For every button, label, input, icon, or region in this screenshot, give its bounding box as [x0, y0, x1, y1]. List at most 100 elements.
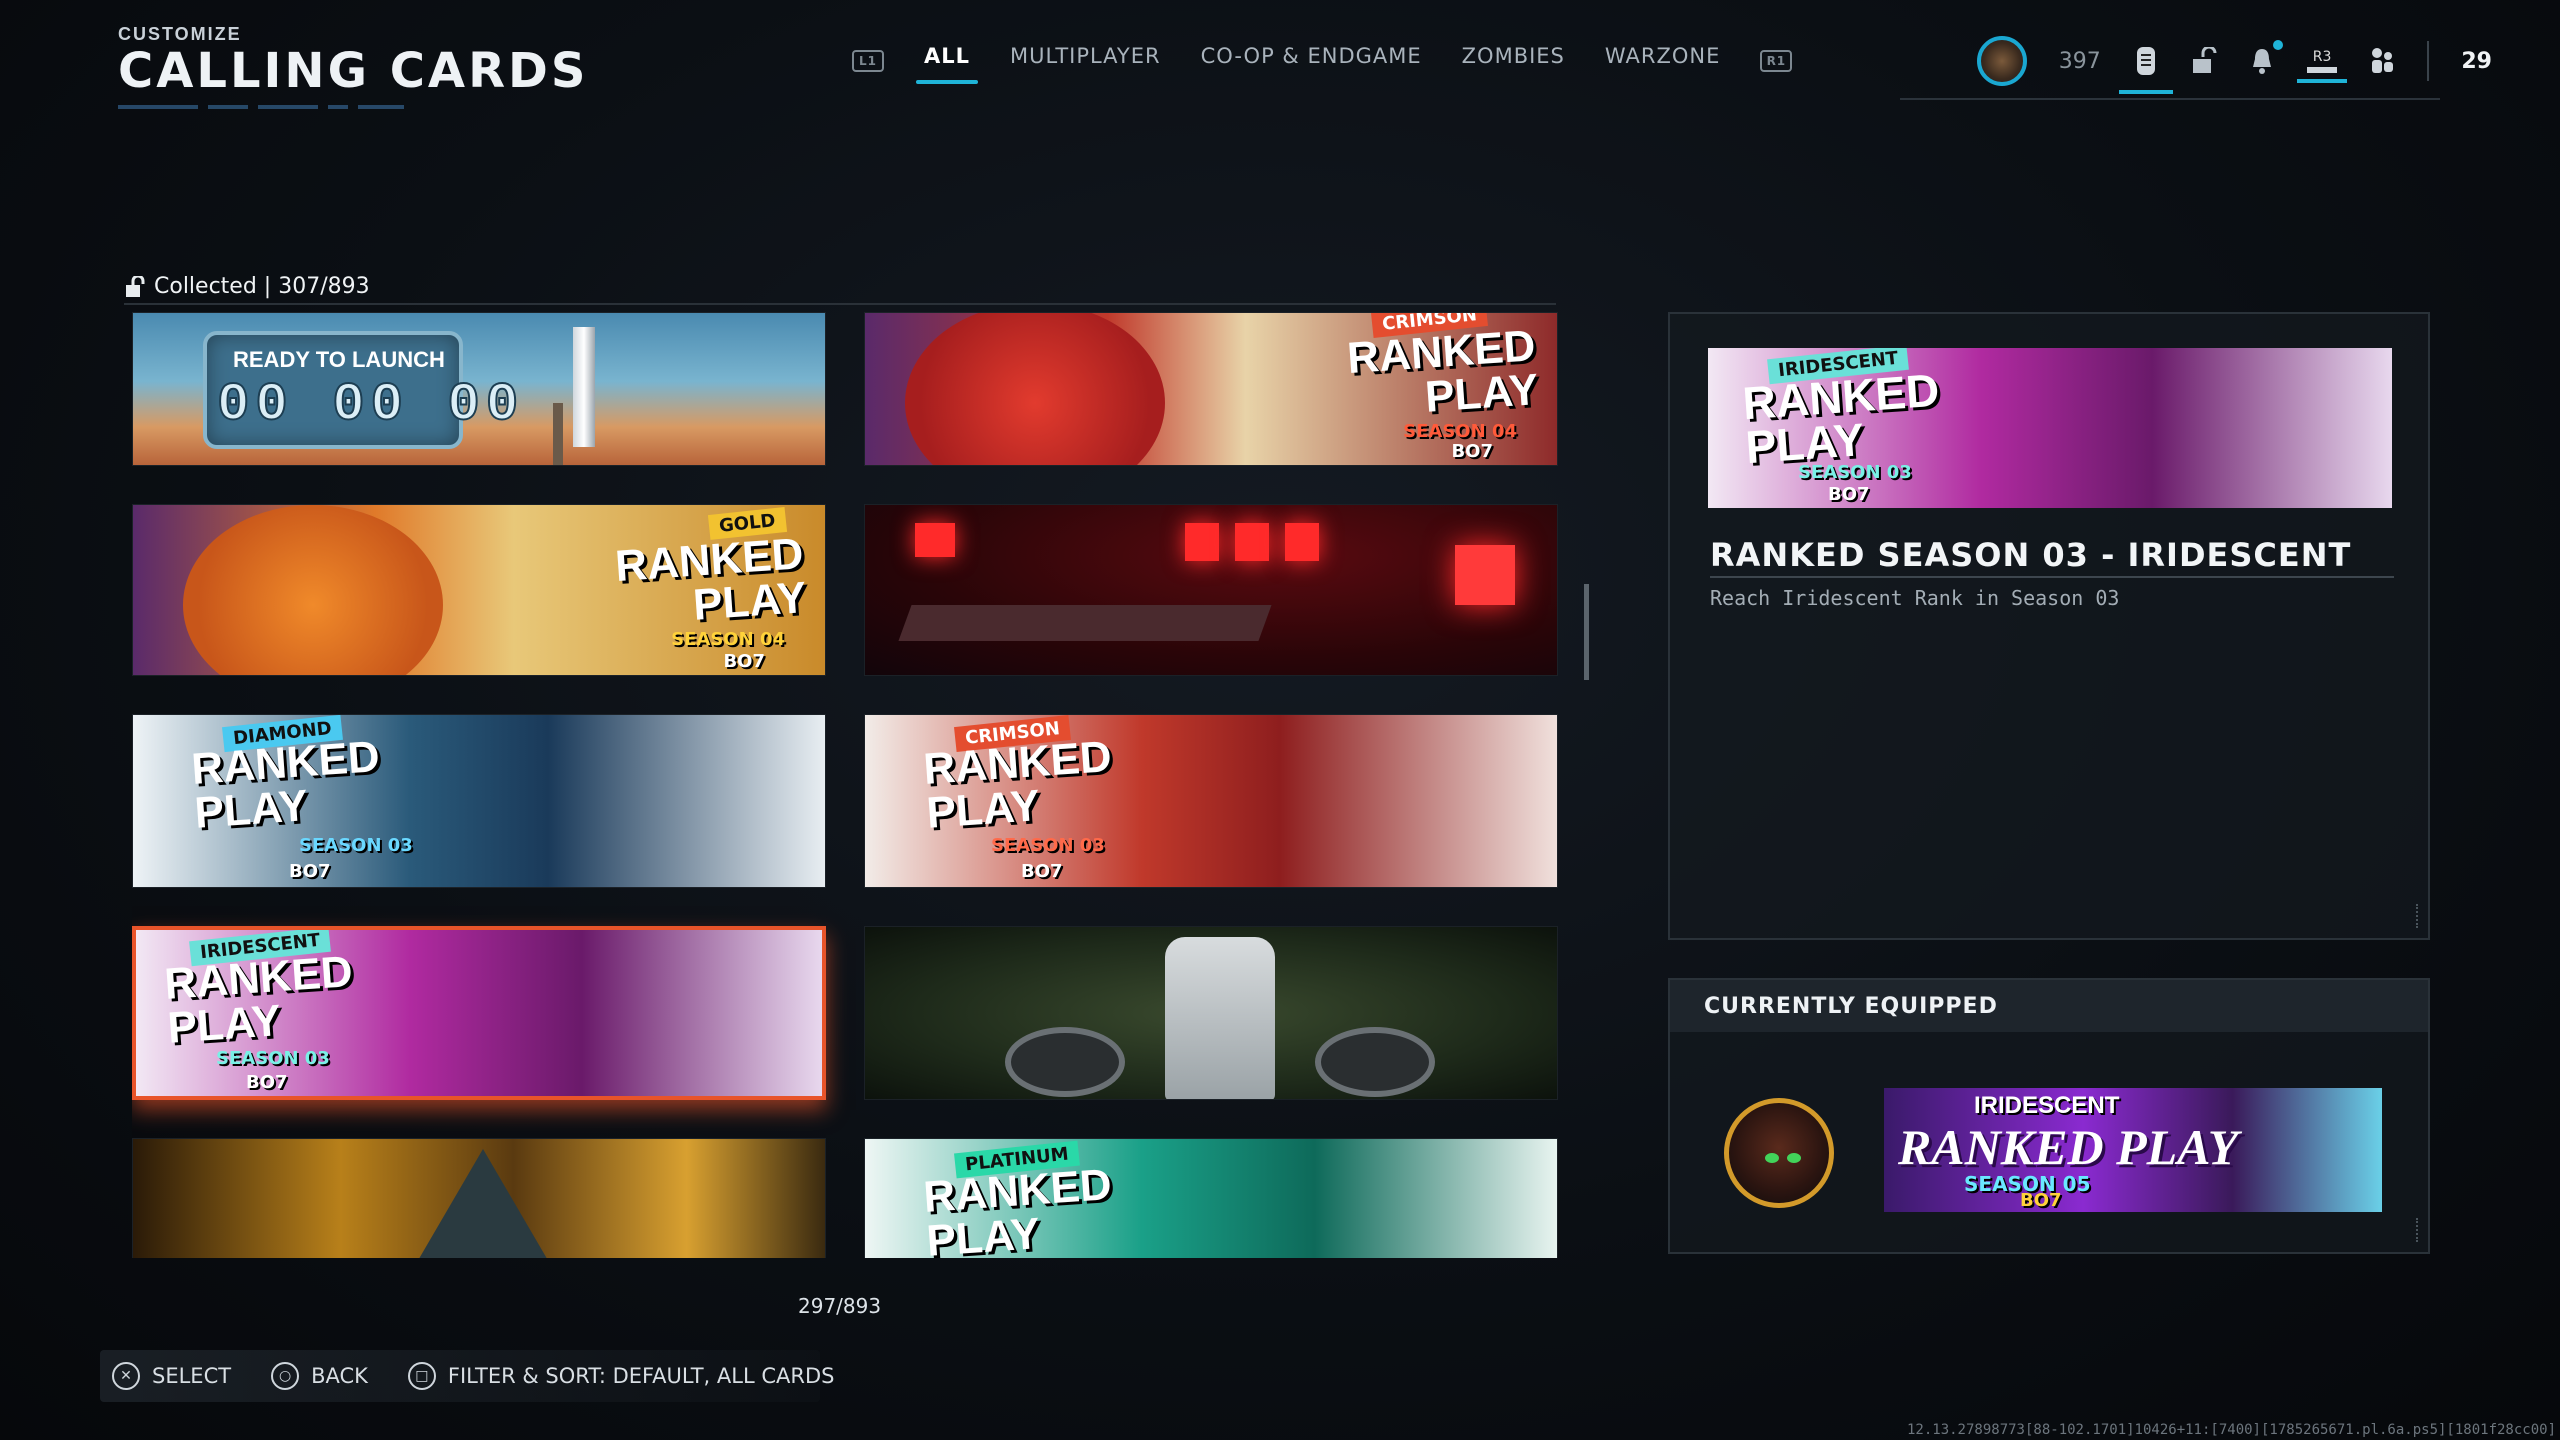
l1-bumper-icon[interactable]: L1 — [852, 50, 884, 72]
preview-title: RANKED PLAY — [1740, 363, 1941, 474]
card-name: RANKED SEASON 03 - IRIDESCENT — [1710, 536, 2352, 574]
red-light — [915, 523, 955, 557]
title-decoration — [118, 105, 588, 109]
card-game: BO7 — [246, 1072, 288, 1093]
tab-all[interactable]: ALL — [915, 44, 979, 84]
panel-corner-mark — [2410, 904, 2418, 928]
card-character-art — [183, 505, 443, 675]
launch-timer: 00 00 00 — [216, 374, 525, 437]
calling-card-ready-to-launch[interactable]: READY TO LAUNCH 00 00 00 — [132, 312, 826, 466]
page-title: CALLING CARDS — [118, 43, 589, 99]
filter-sort-hint[interactable]: □ FILTER & SORT: DEFAULT, ALL CARDS — [407, 1362, 835, 1390]
collected-summary: Collected | 307/893 — [124, 274, 370, 299]
equipped-header: CURRENTLY EQUIPPED — [1670, 980, 2428, 1032]
calling-card-diamond-s03[interactable]: DIAMOND RANKED PLAY SEASON 03 BO7 — [132, 714, 826, 888]
currency-value: 397 — [2058, 48, 2101, 74]
lab-bed — [898, 605, 1272, 641]
page-header: CUSTOMIZE CALLING CARDS — [118, 24, 588, 109]
card-season: SEASON 03 — [299, 835, 413, 856]
card-title: RANKED PLAY — [162, 946, 355, 1053]
page-eyebrow: CUSTOMIZE — [118, 24, 242, 44]
card-game: BO7 — [1451, 441, 1493, 462]
red-light — [1455, 545, 1515, 605]
grid-scrollbar[interactable] — [1584, 584, 1589, 680]
equipped-calling-card[interactable]: IRIDESCENT RANKED PLAY SEASON 05 BO7 — [1884, 1088, 2382, 1212]
equipped-card-game: BO7 — [2020, 1190, 2062, 1211]
calling-card-robot[interactable] — [864, 926, 1558, 1100]
calling-card-platinum[interactable]: PLATINUM RANKED PLAY — [864, 1138, 1558, 1258]
back-hint[interactable]: ○ BACK — [271, 1362, 368, 1390]
r3-button-icon[interactable]: R3 — [2296, 49, 2347, 83]
status-divider — [2427, 41, 2430, 81]
equipped-emblem[interactable] — [1724, 1098, 1834, 1208]
card-game: BO7 — [289, 861, 331, 882]
unlock-icon[interactable] — [2191, 46, 2217, 76]
card-title: RANKED PLAY — [613, 529, 808, 630]
card-season: SEASON 04 — [1403, 421, 1517, 442]
card-season: SEASON 03 — [991, 835, 1105, 856]
preview-season: SEASON 03 — [1798, 462, 1912, 483]
status-underline — [1900, 98, 2440, 100]
triangle-emblem-icon — [413, 1149, 553, 1258]
currently-equipped-panel: CURRENTLY EQUIPPED IRIDESCENT RANKED PLA… — [1668, 978, 2430, 1254]
cross-button-icon: ✕ — [112, 1362, 140, 1390]
card-title: RANKED PLAY — [921, 1159, 1114, 1258]
calling-card-crimson-s03[interactable]: CRIMSON RANKED PLAY SEASON 03 BO7 — [864, 714, 1558, 888]
square-button-icon: □ — [407, 1362, 436, 1390]
card-detail-panel: IRIDESCENT RANKED PLAY SEASON 03 BO7 RAN… — [1668, 312, 2430, 940]
button-hints: ✕ SELECT ○ BACK □ FILTER & SORT: DEFAULT… — [112, 1362, 834, 1390]
select-hint[interactable]: ✕ SELECT — [112, 1362, 231, 1390]
card-title: READY TO LAUNCH — [233, 347, 445, 372]
filter-sort-label: FILTER & SORT: DEFAULT, ALL CARDS — [447, 1364, 835, 1388]
notification-dot — [2272, 40, 2283, 50]
red-light — [1285, 523, 1319, 561]
calling-card-gold-hall[interactable] — [132, 1138, 826, 1258]
card-detail-preview: IRIDESCENT RANKED PLAY SEASON 03 BO7 — [1708, 348, 2392, 508]
preview-game: BO7 — [1828, 484, 1870, 505]
tab-warzone[interactable]: WARZONE — [1605, 44, 1720, 78]
tab-coop-endgame[interactable]: CO-OP & ENDGAME — [1201, 44, 1422, 78]
red-light — [1185, 523, 1219, 561]
r1-bumper-icon[interactable]: R1 — [1760, 50, 1793, 72]
collected-label: Collected | 307/893 — [154, 274, 370, 299]
back-label: BACK — [311, 1364, 368, 1388]
card-game: BO7 — [1021, 861, 1063, 882]
launch-tower — [553, 403, 563, 465]
collection-lock-icon — [126, 275, 145, 297]
calling-card-gold-s04[interactable]: GOLD RANKED PLAY SEASON 04 BO7 — [132, 504, 826, 676]
collected-divider — [124, 303, 1556, 305]
social-icon[interactable] — [2369, 46, 2395, 76]
inventory-icon[interactable] — [2118, 46, 2173, 94]
category-tabs: L1 ALL MULTIPLAYER CO-OP & ENDGAME ZOMBI… — [852, 44, 1793, 84]
card-character-art — [905, 313, 1165, 465]
card-season: SEASON 03 — [216, 1048, 330, 1069]
card-title: RANKED PLAY — [189, 731, 382, 838]
robot-wheel — [1315, 1027, 1435, 1097]
notifications-icon[interactable] — [2249, 40, 2283, 76]
tab-zombies[interactable]: ZOMBIES — [1462, 44, 1565, 78]
tab-multiplayer[interactable]: MULTIPLAYER — [1010, 44, 1161, 78]
circle-button-icon: ○ — [271, 1362, 300, 1390]
panel-corner-mark — [2410, 1218, 2418, 1242]
equipped-card-tag: IRIDESCENT — [1974, 1092, 2120, 1119]
player-rank-icon[interactable] — [1976, 36, 2027, 86]
card-season: SEASON 04 — [671, 629, 785, 650]
party-count: 29 — [2461, 48, 2492, 74]
card-game: BO7 — [723, 651, 765, 672]
robot-figure — [1165, 937, 1275, 1099]
red-light — [1235, 523, 1269, 561]
calling-card-iridescent-s03[interactable]: IRIDESCENT RANKED PLAY SEASON 03 BO7 — [132, 926, 826, 1100]
calling-card-red-lab[interactable] — [864, 504, 1558, 676]
select-label: SELECT — [152, 1364, 232, 1388]
robot-wheel — [1005, 1027, 1125, 1097]
card-name-divider — [1710, 576, 2394, 578]
card-title: RANKED PLAY — [921, 731, 1114, 838]
card-position-counter: 297/893 — [798, 1294, 882, 1318]
card-description: Reach Iridescent Rank in Season 03 — [1710, 586, 2120, 610]
build-info: 12.13.27898773[88-102.1701]10426+11:[740… — [1906, 1422, 2556, 1438]
calling-card-crimson-s04[interactable]: CRIMSON RANKED PLAY SEASON 04 BO7 — [864, 312, 1558, 466]
calling-card-grid: READY TO LAUNCH 00 00 00 CRIMSON RANKED … — [132, 312, 1558, 1258]
equipped-card-title: RANKED PLAY — [1898, 1119, 2239, 1175]
card-title: RANKED PLAY — [1345, 321, 1540, 422]
rocket-icon — [573, 327, 595, 447]
